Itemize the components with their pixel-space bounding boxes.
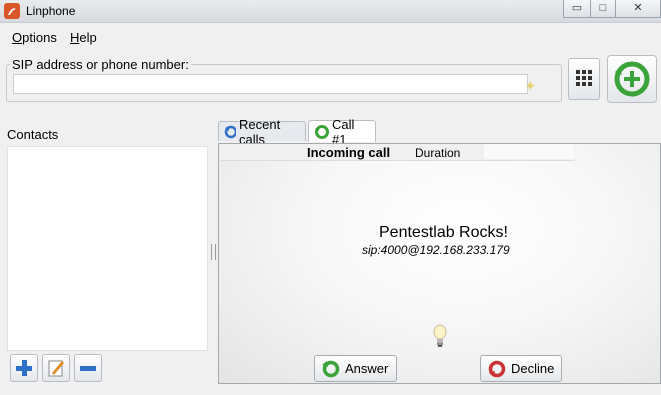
menu-help-accelerator: H (70, 30, 80, 45)
close-button[interactable]: ✕ (615, 0, 661, 18)
caller-uri: sip:4000@192.168.233.179 (362, 243, 510, 257)
tab-recent-calls[interactable]: Recent calls (218, 117, 306, 147)
duration-value (484, 144, 574, 159)
menu-help[interactable]: Help (70, 30, 97, 45)
edit-pencil-icon (48, 360, 64, 377)
answer-label: Answer (345, 361, 389, 376)
decline-icon (488, 360, 506, 377)
clear-sparkle-icon: ✦ (524, 78, 537, 95)
linphone-logo-icon (4, 3, 20, 19)
add-call-icon (614, 61, 650, 97)
remove-contact-button[interactable] (74, 354, 102, 382)
sip-address-input[interactable] (13, 74, 528, 94)
pane-splitter[interactable] (211, 244, 216, 260)
title-bar (0, 0, 661, 23)
answer-icon (322, 360, 340, 377)
dialpad-icon (576, 70, 592, 86)
menu-bar (0, 27, 661, 47)
menu-options-label: ptions (22, 30, 57, 45)
minimize-button[interactable]: ▭ (563, 0, 591, 18)
edit-contact-button[interactable] (42, 354, 70, 382)
minus-icon (80, 366, 96, 371)
tab-call-1[interactable]: Call #1 (308, 117, 376, 147)
decline-label: Decline (511, 361, 555, 376)
duration-label: Duration (415, 146, 461, 160)
menu-options[interactable]: Options (12, 30, 57, 45)
call-icon (315, 124, 329, 139)
plus-icon (16, 360, 32, 376)
tab-call-1-label: Call #1 (332, 116, 355, 147)
menu-options-accelerator: O (12, 30, 23, 45)
sip-address-label: SIP address or phone number: (10, 57, 191, 72)
answer-button[interactable]: Answer (314, 355, 397, 382)
menu-help-label: elp (79, 30, 97, 45)
tab-recent-calls-label: Recent calls (239, 116, 281, 147)
start-call-button[interactable] (607, 55, 657, 103)
recent-calls-icon (224, 125, 237, 138)
window-title: Linphone (26, 4, 76, 18)
contacts-list[interactable] (7, 146, 208, 351)
caller-name: Pentestlab Rocks! (379, 224, 508, 241)
contacts-label: Contacts (7, 127, 59, 142)
lightbulb-icon (432, 324, 448, 350)
dialpad-button[interactable] (568, 58, 600, 100)
add-contact-button[interactable] (10, 354, 38, 382)
decline-button[interactable]: Decline (480, 355, 562, 382)
maximize-button[interactable]: □ (590, 0, 616, 18)
call-status: Incoming call (307, 145, 391, 160)
